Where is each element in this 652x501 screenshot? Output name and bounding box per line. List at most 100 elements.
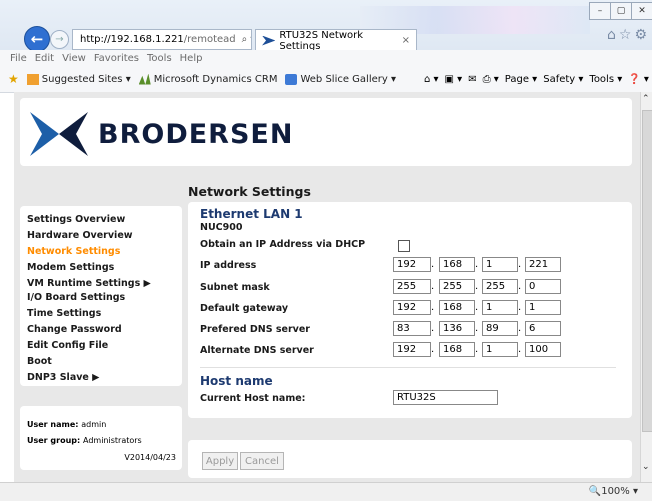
ip-address-octet-3[interactable]: 1 bbox=[482, 257, 518, 272]
tab-network-settings[interactable]: RTU32S Network Settings × bbox=[255, 29, 417, 52]
alternate-dns-octet-4[interactable]: 100 bbox=[525, 342, 561, 357]
user-name-label: User name: bbox=[27, 420, 79, 429]
device-name: NUC900 bbox=[200, 222, 243, 233]
suggested-sites-icon bbox=[26, 73, 39, 85]
sidebar-item-settings-overview[interactable]: Settings Overview bbox=[27, 214, 125, 225]
forward-button[interactable]: → bbox=[50, 30, 69, 49]
octet-separator: . bbox=[475, 302, 479, 313]
zoom-level[interactable]: 🔍100% ▾ bbox=[589, 486, 638, 497]
window-controls: – ▢ ✕ bbox=[589, 2, 652, 20]
sidebar-item-edit-config-file[interactable]: Edit Config File bbox=[27, 340, 108, 351]
sidebar-item-vm-runtime-settings[interactable]: VM Runtime Settings ▶ bbox=[27, 278, 151, 289]
octet-separator: . bbox=[431, 281, 435, 292]
dhcp-checkbox[interactable] bbox=[398, 240, 410, 252]
sidebar-item-network-settings[interactable]: Network Settings bbox=[27, 246, 120, 257]
user-name-value: admin bbox=[81, 420, 107, 429]
page-title: Network Settings bbox=[188, 184, 311, 199]
octet-separator: . bbox=[518, 302, 522, 313]
maximize-button[interactable]: ▢ bbox=[610, 2, 632, 20]
menu-favorites[interactable]: Favorites bbox=[94, 53, 139, 64]
sidebar-item-change-password[interactable]: Change Password bbox=[27, 324, 122, 335]
favorites-star-icon[interactable]: ★ bbox=[8, 72, 19, 86]
subnet-mask-octet-2[interactable]: 255 bbox=[439, 279, 475, 294]
favorite-web-slice-gallery[interactable]: Web Slice Gallery ▾ bbox=[285, 73, 396, 85]
sidebar-item-dnp3-slave[interactable]: DNP3 Slave ▶ bbox=[27, 372, 99, 383]
subnet-mask-octet-3[interactable]: 255 bbox=[482, 279, 518, 294]
octet-separator: . bbox=[518, 281, 522, 292]
scroll-up-icon[interactable]: ⌃ bbox=[642, 94, 650, 104]
network-settings-panel: Ethernet LAN 1 NUC900 Obtain an IP Addre… bbox=[188, 202, 632, 418]
safety-menu-button[interactable]: Safety ▾ bbox=[543, 74, 583, 85]
gateway-octet-2[interactable]: 168 bbox=[439, 300, 475, 315]
preferred-dns-octet-3[interactable]: 89 bbox=[482, 321, 518, 336]
octet-separator: . bbox=[431, 302, 435, 313]
octet-separator: . bbox=[431, 344, 435, 355]
sidebar-item-modem-settings[interactable]: Modem Settings bbox=[27, 262, 114, 273]
version-label: V2014/04/23 bbox=[124, 453, 176, 462]
arrow-left-icon: ← bbox=[30, 30, 44, 48]
vertical-scrollbar[interactable]: ⌃ ⌄ bbox=[640, 92, 652, 482]
alternate-dns-octet-3[interactable]: 1 bbox=[482, 342, 518, 357]
host-name-input[interactable]: RTU32S bbox=[393, 390, 498, 405]
subnet-mask-octet-1[interactable]: 255 bbox=[393, 279, 431, 294]
menu-bar: File Edit View Favorites Tools Help bbox=[0, 50, 652, 66]
web-slice-icon bbox=[285, 73, 298, 85]
apply-button[interactable]: Apply bbox=[202, 452, 238, 470]
user-group-value: Administrators bbox=[83, 436, 142, 445]
tab-close-icon[interactable]: × bbox=[402, 35, 410, 46]
address-path: /remotead bbox=[183, 34, 236, 45]
minimize-button[interactable]: – bbox=[589, 2, 611, 20]
alternate-dns-octet-2[interactable]: 168 bbox=[439, 342, 475, 357]
ip-address-octet-1[interactable]: 192 bbox=[393, 257, 431, 272]
help-button[interactable]: ❓ ▾ bbox=[628, 74, 649, 85]
home-favorites-tools-icons[interactable]: ⌂☆⚙ bbox=[607, 27, 650, 43]
brand-logo-text: BRODERSEN bbox=[98, 119, 294, 150]
octet-separator: . bbox=[518, 344, 522, 355]
address-bar[interactable]: http://192.168.1.221/remotead ⌕ ▾ ↻ bbox=[72, 29, 252, 50]
tab-favicon-icon bbox=[262, 35, 276, 46]
alternate-dns-octet-1[interactable]: 192 bbox=[393, 342, 431, 357]
command-bar: ⌂ ▾ ▣ ▾ ✉ ⎙ ▾ Page ▾ Safety ▾ Tools ▾ ❓ … bbox=[418, 66, 649, 92]
preferred-dns-octet-1[interactable]: 83 bbox=[393, 321, 431, 336]
sidebar-item-hardware-overview[interactable]: Hardware Overview bbox=[27, 230, 133, 241]
scrollbar-thumb[interactable] bbox=[642, 110, 652, 432]
gateway-octet-4[interactable]: 1 bbox=[525, 300, 561, 315]
gateway-octet-1[interactable]: 192 bbox=[393, 300, 431, 315]
home-button[interactable]: ⌂ ▾ bbox=[424, 74, 439, 85]
default-gateway-label: Default gateway bbox=[200, 303, 289, 314]
tools-menu-button[interactable]: Tools ▾ bbox=[589, 74, 622, 85]
preferred-dns-octet-2[interactable]: 136 bbox=[439, 321, 475, 336]
cancel-button[interactable]: Cancel bbox=[240, 452, 284, 470]
menu-tools[interactable]: Tools bbox=[147, 53, 172, 64]
page-menu-button[interactable]: Page ▾ bbox=[505, 74, 537, 85]
status-bar: 🔍100% ▾ bbox=[0, 482, 652, 501]
menu-help[interactable]: Help bbox=[180, 53, 203, 64]
octet-separator: . bbox=[518, 259, 522, 270]
header-logo-box: BRODERSEN bbox=[20, 98, 632, 166]
ip-address-octet-2[interactable]: 168 bbox=[439, 257, 475, 272]
ip-address-octet-4[interactable]: 221 bbox=[525, 257, 561, 272]
octet-separator: . bbox=[431, 259, 435, 270]
mail-button[interactable]: ✉ bbox=[468, 74, 476, 85]
print-button[interactable]: ⎙ ▾ bbox=[483, 74, 499, 85]
menu-view[interactable]: View bbox=[62, 53, 86, 64]
address-host: http://192.168.1.221 bbox=[80, 34, 184, 45]
favorite-dynamics-crm[interactable]: Microsoft Dynamics CRM bbox=[138, 73, 278, 85]
sidebar-item-io-board-settings[interactable]: I/O Board Settings bbox=[27, 292, 125, 303]
favorite-label: Suggested Sites ▾ bbox=[41, 73, 131, 85]
subnet-mask-octet-4[interactable]: 0 bbox=[525, 279, 561, 294]
scroll-down-icon[interactable]: ⌄ bbox=[642, 462, 650, 472]
address-controls[interactable]: ⌕ ▾ ↻ bbox=[242, 34, 251, 45]
octet-separator: . bbox=[475, 259, 479, 270]
favorite-label: Microsoft Dynamics CRM bbox=[153, 73, 278, 85]
menu-edit[interactable]: Edit bbox=[35, 53, 54, 64]
feeds-button[interactable]: ▣ ▾ bbox=[445, 74, 463, 85]
back-button[interactable]: ← bbox=[24, 26, 50, 52]
menu-file[interactable]: File bbox=[10, 53, 27, 64]
sidebar-item-time-settings[interactable]: Time Settings bbox=[27, 308, 101, 319]
close-window-button[interactable]: ✕ bbox=[631, 2, 652, 20]
favorite-suggested-sites[interactable]: Suggested Sites ▾ bbox=[26, 73, 131, 85]
sidebar-item-boot[interactable]: Boot bbox=[27, 356, 52, 367]
preferred-dns-octet-4[interactable]: 6 bbox=[525, 321, 561, 336]
gateway-octet-3[interactable]: 1 bbox=[482, 300, 518, 315]
